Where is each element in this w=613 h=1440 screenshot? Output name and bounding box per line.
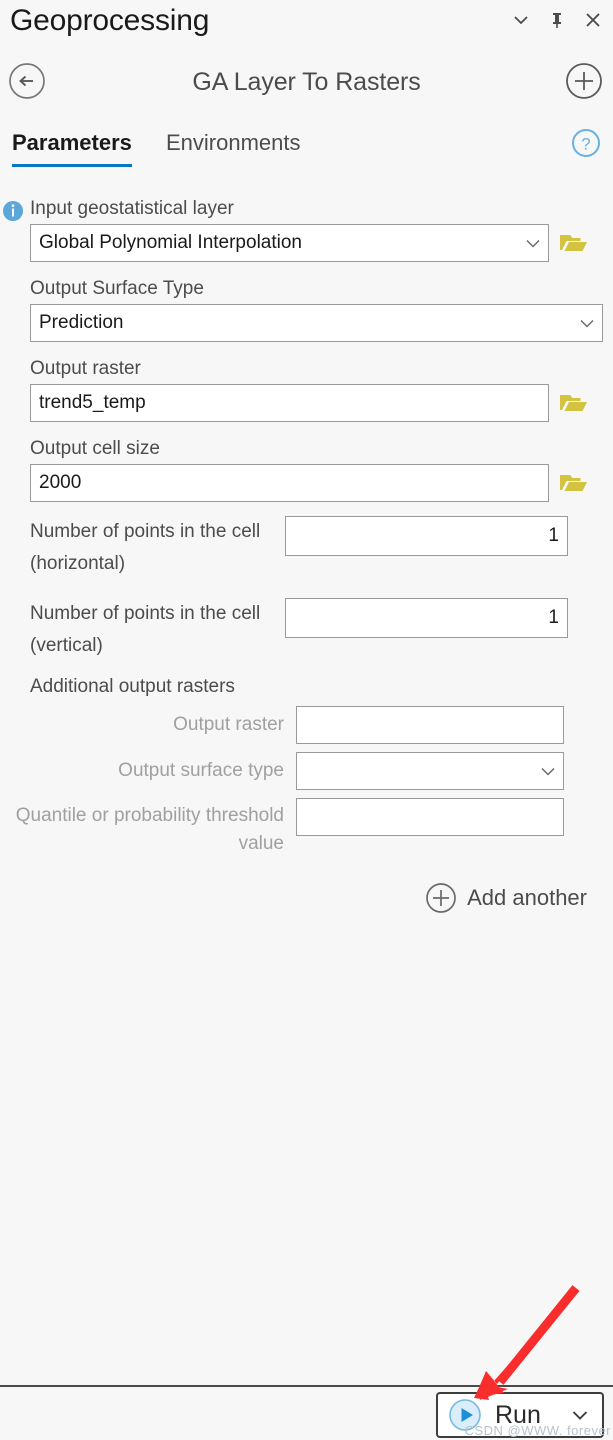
field-output-raster: Output raster: [0, 356, 613, 422]
output-surface-type-control: Prediction: [30, 304, 613, 342]
output-surface-type-combobox[interactable]: Prediction: [30, 304, 603, 342]
run-bar: Run CSDN @WWW. forever: [0, 1385, 613, 1440]
label-output-surface-type: Output Surface Type: [30, 278, 204, 299]
label-quantile-threshold: Quantile or probability threshold value: [15, 805, 284, 854]
folder-open-icon[interactable]: [559, 391, 589, 415]
tool-title: GA Layer To Rasters: [192, 68, 421, 96]
label-output-raster: Output raster: [30, 358, 141, 379]
label-input-geostatistical-layer: Input geostatistical layer: [30, 198, 234, 219]
geoprocessing-panel: Geoprocessing GA Layer To Rasters Parame…: [0, 0, 613, 1440]
output-raster-control: [30, 384, 613, 422]
play-circle-icon: [449, 1399, 481, 1431]
points-vertical-input[interactable]: [285, 598, 568, 638]
field-points-vertical: Number of points in the cell (vertical): [0, 598, 613, 662]
run-label: Run: [495, 1400, 541, 1429]
label-additional-output-raster: Output raster: [173, 714, 284, 735]
output-cell-size-input[interactable]: [30, 464, 549, 502]
chevron-down-icon[interactable]: [572, 1410, 588, 1420]
input-layer-control: Global Polynomial Interpolation: [30, 224, 613, 262]
input-layer-value: Global Polynomial Interpolation: [39, 232, 302, 253]
additional-output-surface-type-combobox[interactable]: [296, 752, 564, 790]
parameters-form: Input geostatistical layer Global Polyno…: [0, 196, 613, 914]
chevron-down-icon[interactable]: [511, 10, 531, 30]
add-another-button[interactable]: Add another: [0, 882, 613, 914]
quantile-threshold-input[interactable]: [296, 798, 564, 836]
info-icon[interactable]: [2, 200, 24, 222]
plus-circle-icon[interactable]: [565, 62, 603, 100]
panel-title: Geoprocessing: [10, 4, 210, 37]
label-points-vertical: Number of points in the cell (vertical): [30, 603, 261, 656]
additional-quantile-threshold-row: Quantile or probability threshold value: [0, 798, 613, 858]
tab-bar: Parameters Environments ?: [0, 128, 613, 172]
folder-open-icon[interactable]: [559, 471, 589, 495]
chevron-down-icon: [541, 767, 555, 776]
chevron-down-icon: [526, 239, 540, 248]
tab-environments[interactable]: Environments: [166, 130, 301, 164]
tab-parameters[interactable]: Parameters: [12, 130, 132, 167]
input-layer-combobox[interactable]: Global Polynomial Interpolation: [30, 224, 549, 262]
chevron-down-icon: [580, 319, 594, 328]
output-cell-size-control: [30, 464, 613, 502]
add-another-label: Add another: [467, 885, 587, 910]
svg-text:?: ?: [581, 135, 590, 154]
close-icon[interactable]: [583, 10, 603, 30]
run-button[interactable]: Run: [436, 1392, 604, 1438]
field-input-geostatistical-layer: Input geostatistical layer Global Polyno…: [0, 196, 613, 262]
label-additional-output-surface-type: Output surface type: [118, 760, 284, 781]
window-controls: [511, 10, 603, 30]
folder-open-icon[interactable]: [559, 231, 589, 255]
field-points-horizontal: Number of points in the cell (horizontal…: [0, 516, 613, 580]
output-surface-type-value: Prediction: [39, 312, 124, 333]
additional-output-surface-type-row: Output surface type: [0, 752, 613, 790]
additional-output-raster-input[interactable]: [296, 706, 564, 744]
help-circle-icon[interactable]: ?: [571, 128, 601, 158]
label-output-cell-size: Output cell size: [30, 438, 160, 459]
output-raster-input[interactable]: [30, 384, 549, 422]
pin-icon[interactable]: [547, 10, 567, 30]
section-additional-output-rasters: Additional output rasters: [30, 676, 235, 697]
panel-title-bar: Geoprocessing: [0, 0, 613, 52]
plus-circle-icon: [426, 883, 456, 913]
points-horizontal-input[interactable]: [285, 516, 568, 556]
field-output-surface-type: Output Surface Type Prediction: [0, 276, 613, 342]
label-points-horizontal: Number of points in the cell (horizontal…: [30, 521, 261, 574]
additional-output-raster-row: Output raster: [0, 706, 613, 744]
field-output-cell-size: Output cell size: [0, 436, 613, 502]
